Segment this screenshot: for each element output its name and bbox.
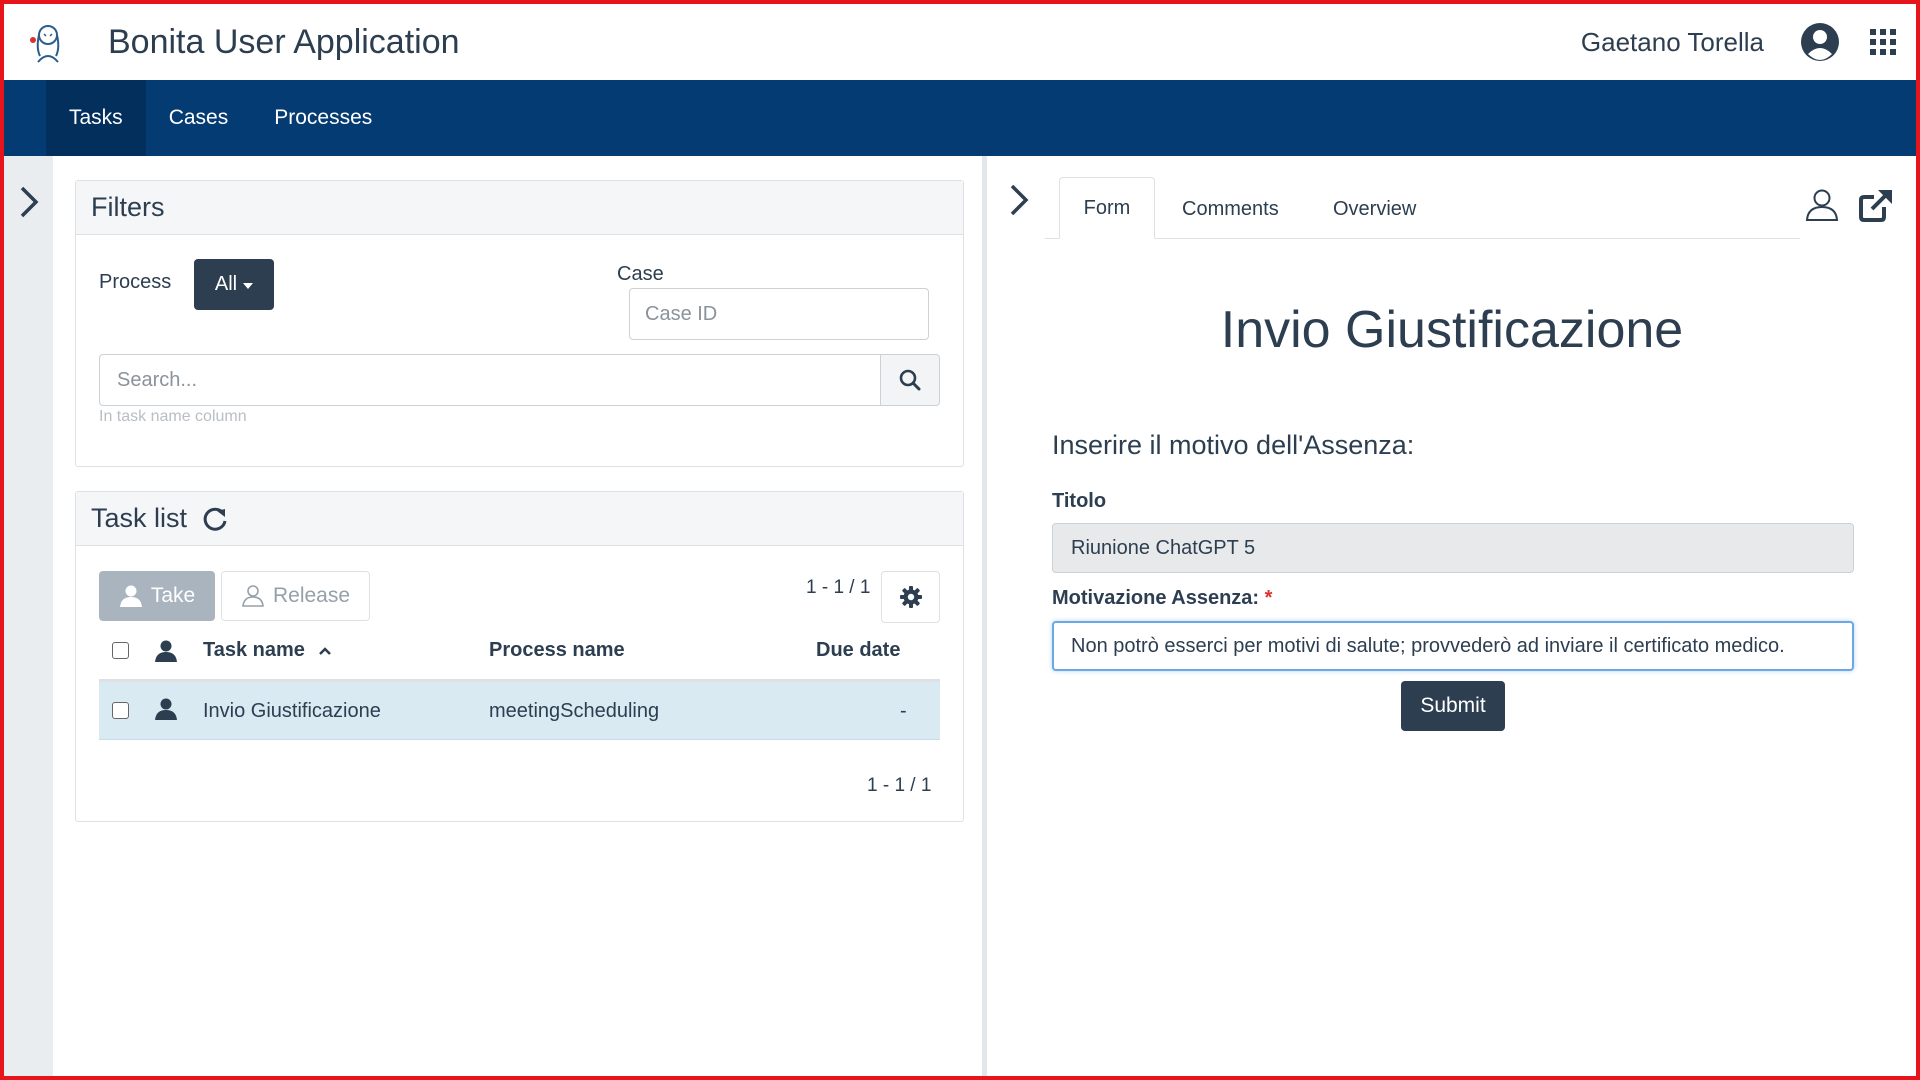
row-checkbox[interactable]	[112, 702, 129, 719]
chevron-right-icon[interactable]	[1008, 182, 1032, 218]
external-link-icon[interactable]	[1858, 187, 1894, 223]
user-icon	[155, 640, 177, 662]
take-button[interactable]: Take	[99, 571, 215, 621]
app-header: Bonita User Application Gaetano Torella	[4, 4, 1916, 80]
nav-tab-processes[interactable]: Processes	[251, 80, 395, 156]
user-icon	[119, 585, 142, 607]
titolo-field: Riunione ChatGPT 5	[1052, 523, 1854, 573]
sort-up-icon	[319, 647, 332, 655]
app-title: Bonita User Application	[108, 22, 460, 61]
filters-panel: Filters Process All Case Case ID Search.…	[75, 180, 964, 467]
chevron-right-icon[interactable]	[18, 184, 42, 220]
filters-title: Filters	[76, 181, 963, 235]
case-id-input[interactable]: Case ID	[629, 288, 929, 340]
cell-due-date: -	[900, 700, 907, 722]
user-icon	[155, 698, 177, 720]
process-label: Process	[99, 271, 172, 293]
release-button[interactable]: Release	[221, 571, 370, 621]
submit-button[interactable]: Submit	[1401, 681, 1505, 731]
panel-divider[interactable]	[982, 156, 987, 1076]
apps-grid-icon[interactable]	[1870, 29, 1896, 55]
task-list-panel: Task list Take Release 1 - 1 / 1 Task na…	[75, 491, 964, 822]
cell-process-name: meetingScheduling	[489, 700, 660, 722]
process-filter-value: All	[214, 273, 238, 295]
nav-tab-tasks[interactable]: Tasks	[46, 80, 146, 156]
settings-button[interactable]	[881, 571, 940, 623]
task-list-heading: Task list	[76, 492, 963, 546]
form-subtitle: Inserire il motivo dell'Assenza:	[1052, 430, 1415, 460]
process-filter-dropdown[interactable]: All	[194, 259, 274, 310]
case-label: Case	[617, 263, 664, 285]
assign-user-icon[interactable]	[1805, 188, 1839, 222]
pager-top: 1 - 1 / 1	[806, 577, 871, 598]
tabs-underline	[1045, 238, 1800, 239]
tab-overview[interactable]: Overview	[1333, 198, 1416, 221]
search-input[interactable]: Search...	[99, 354, 881, 406]
search-button[interactable]	[881, 354, 940, 406]
collapsed-sidebar	[4, 156, 53, 1076]
column-label-task-name: Task name	[203, 639, 305, 661]
search-icon	[899, 369, 921, 391]
user-outline-icon	[242, 585, 264, 607]
column-header-task-name[interactable]: Task name	[203, 639, 332, 662]
tab-form[interactable]: Form	[1059, 177, 1155, 239]
titolo-label: Titolo	[1052, 490, 1107, 512]
release-label: Release	[272, 584, 351, 607]
pager-bottom: 1 - 1 / 1	[867, 775, 932, 796]
user-name[interactable]: Gaetano Torella	[1581, 27, 1764, 58]
gear-icon	[899, 586, 922, 608]
column-header-process-name[interactable]: Process name	[489, 639, 625, 662]
form-title: Invio Giustificazione	[1220, 301, 1684, 359]
motivazione-label-wrap: Motivazione Assenza: *	[1052, 587, 1272, 610]
bonita-logo[interactable]	[24, 18, 72, 66]
nav-tab-cases[interactable]: Cases	[146, 80, 252, 156]
cell-task-name[interactable]: Invio Giustificazione	[203, 700, 381, 723]
caret-down-icon	[243, 282, 254, 289]
main-navbar: Tasks Cases Processes	[4, 80, 1916, 156]
column-header-due-date[interactable]: Due date	[816, 639, 900, 662]
motivazione-label: Motivazione Assenza:	[1052, 587, 1260, 609]
search-hint: In task name column	[99, 408, 247, 425]
motivazione-input[interactable]: Non potrò esserci per motivi di salute; …	[1052, 621, 1854, 671]
refresh-icon[interactable]	[201, 505, 229, 533]
take-label: Take	[150, 584, 196, 607]
required-mark: *	[1264, 587, 1273, 609]
tab-comments[interactable]: Comments	[1182, 198, 1279, 221]
table-row[interactable]: Invio Giustificazione meetingScheduling …	[99, 682, 940, 740]
select-all-checkbox[interactable]	[112, 642, 129, 659]
task-list-title: Task list	[91, 503, 188, 533]
user-circle-icon[interactable]	[1800, 22, 1840, 62]
